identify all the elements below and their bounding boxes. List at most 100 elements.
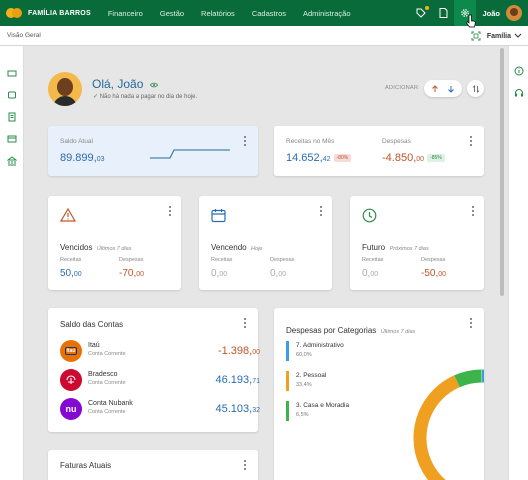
wallet-icon[interactable] xyxy=(7,90,17,100)
menu-item-gestao[interactable]: Gestão xyxy=(160,9,184,18)
categories-heading: Despesas por Categorias Últimos 7 dias xyxy=(286,320,415,338)
check-icon: ✓ xyxy=(93,94,100,100)
accounts-menu-button[interactable] xyxy=(244,318,246,328)
account-balance: -1.398,00 xyxy=(218,345,260,357)
account-row-itau[interactable]: Itaú Itaú Conta Corrente -1.398,00 xyxy=(60,340,260,364)
futuro-card[interactable]: Futuro Próximos 7 dias Receitas 0,00 Des… xyxy=(350,196,484,290)
vencidos-despesas-label: Despesas xyxy=(119,257,144,263)
futuro-title: Futuro xyxy=(362,243,386,252)
brand-name: FAMÍLIA BARROS xyxy=(28,9,91,17)
category-swatch xyxy=(286,371,289,391)
saldo-value: 89.899,03 xyxy=(60,152,105,164)
menu-item-relatorios[interactable]: Relatórios xyxy=(201,9,235,18)
receitas-value-cents: 42 xyxy=(322,156,331,163)
scrollbar[interactable] xyxy=(500,48,504,296)
futuro-despesas-cents: 00 xyxy=(438,271,447,278)
vencidos-menu-button[interactable] xyxy=(169,206,171,216)
bradesco-symbol-icon xyxy=(66,375,76,384)
family-select[interactable]: Família xyxy=(487,33,522,40)
month-summary-menu-button[interactable] xyxy=(470,136,472,146)
top-navigation-bar: FAMÍLIA BARROS Financeiro Gestão Relatór… xyxy=(0,0,528,26)
vencendo-card[interactable]: Vencendo Hoje Receitas 0,00 Despesas 0,0… xyxy=(199,196,332,290)
account-type: Conta Corrente xyxy=(88,409,126,415)
saldo-label: Saldo Atual xyxy=(60,138,93,145)
futuro-menu-button[interactable] xyxy=(472,206,474,216)
saldo-card[interactable]: Saldo Atual 89.899,03 xyxy=(48,126,258,176)
user-avatar[interactable] xyxy=(506,5,522,21)
receipt-icon[interactable] xyxy=(7,112,17,122)
categories-menu-button[interactable] xyxy=(470,318,472,328)
categories-title: Despesas por Categorias xyxy=(286,326,377,335)
despesas-value-int: -4.850, xyxy=(382,152,417,164)
account-name: Bradesco xyxy=(88,371,118,378)
mouse-cursor-icon xyxy=(466,14,476,28)
add-actions-pill xyxy=(424,80,462,97)
vencendo-despesas-value: 0,00 xyxy=(270,268,286,279)
vencendo-menu-button[interactable] xyxy=(320,206,322,216)
vencendo-despesas-cents: 00 xyxy=(278,271,287,278)
headset-icon[interactable] xyxy=(514,88,524,98)
vencendo-period: Hoje xyxy=(251,246,263,252)
chevron-down-icon xyxy=(514,33,522,38)
saldo-value-int: 89.899, xyxy=(60,152,97,164)
account-row-nubank[interactable]: nu Conta Nubank Conta Corrente 45.103,32 xyxy=(60,398,260,422)
category-pct: 33,4% xyxy=(296,382,312,388)
info-icon[interactable] xyxy=(514,66,524,76)
notifications-button[interactable] xyxy=(410,0,432,26)
family-select-label: Família xyxy=(486,32,511,40)
documents-button[interactable] xyxy=(432,0,454,26)
menu-item-cadastros[interactable]: Cadastros xyxy=(252,9,286,18)
vencidos-receitas-cents: 00 xyxy=(73,271,82,278)
account-row-bradesco[interactable]: Bradesco Conta Corrente 46.193,71 xyxy=(60,369,260,393)
vencidos-heading: Vencidos Últimos 7 dias xyxy=(60,237,131,255)
account-name: Itaú xyxy=(88,342,100,349)
greeting-text: Olá, João xyxy=(92,77,144,91)
main-menu: Financeiro Gestão Relatórios Cadastros A… xyxy=(108,9,368,18)
transfer-button[interactable] xyxy=(467,80,484,97)
user-name[interactable]: João xyxy=(482,9,500,18)
clock-icon xyxy=(362,208,377,223)
futuro-receitas-label: Receitas xyxy=(362,257,384,263)
futuro-heading: Futuro Próximos 7 dias xyxy=(362,237,429,255)
month-summary-card[interactable]: Receitas no Mês 14.652,42 -80% Despesas -… xyxy=(274,126,484,176)
vencidos-despesas-cents: 00 xyxy=(136,271,145,278)
receitas-label: Receitas no Mês xyxy=(286,138,335,145)
donut-slice-3[interactable] xyxy=(454,369,482,388)
vencidos-card[interactable]: Vencidos Últimos 7 dias Receitas 50,00 D… xyxy=(48,196,181,290)
warning-icon xyxy=(60,208,76,222)
brand[interactable]: FAMÍLIA BARROS xyxy=(6,0,91,26)
category-name: 7. Administrativo xyxy=(296,342,344,349)
futuro-despesas-int: -50, xyxy=(421,268,439,279)
notification-badge xyxy=(425,6,430,10)
left-sidebar xyxy=(0,46,24,480)
eye-icon[interactable] xyxy=(149,82,158,88)
account-balance: 45.103,32 xyxy=(216,403,261,415)
bank-icon[interactable] xyxy=(7,156,17,166)
vencendo-receitas-label: Receitas xyxy=(211,257,233,263)
money-icon[interactable] xyxy=(7,68,17,78)
donut-slice-2[interactable] xyxy=(413,375,460,480)
vencendo-title: Vencendo xyxy=(211,243,247,252)
scan-icon[interactable] xyxy=(471,31,481,41)
account-balance-cents: 32 xyxy=(252,407,260,414)
vencendo-receitas-value: 0,00 xyxy=(211,268,227,279)
add-expense-button[interactable] xyxy=(447,85,455,93)
vencendo-despesas-label: Despesas xyxy=(270,257,295,263)
faturas-menu-button[interactable] xyxy=(244,460,246,470)
category-swatch xyxy=(286,401,289,421)
add-income-button[interactable] xyxy=(431,84,439,93)
accounts-title: Saldo das Contas xyxy=(60,320,124,329)
right-sidebar xyxy=(508,46,528,480)
vencidos-receitas-int: 50, xyxy=(60,268,74,279)
category-pct: 60,0% xyxy=(296,352,312,358)
receitas-value-int: 14.652, xyxy=(286,152,323,164)
saldo-menu-button[interactable] xyxy=(244,136,246,146)
account-name: Conta Nubank xyxy=(88,400,133,407)
categories-period: Últimos 7 dias xyxy=(380,329,416,335)
card-icon[interactable] xyxy=(7,134,17,144)
itau-logo-icon: Itaú xyxy=(60,340,82,362)
breadcrumb: Visão Geral xyxy=(7,32,41,39)
menu-item-financeiro[interactable]: Financeiro xyxy=(108,9,143,18)
menu-item-administracao[interactable]: Administração xyxy=(303,9,351,18)
futuro-despesas-value: -50,00 xyxy=(421,268,446,279)
